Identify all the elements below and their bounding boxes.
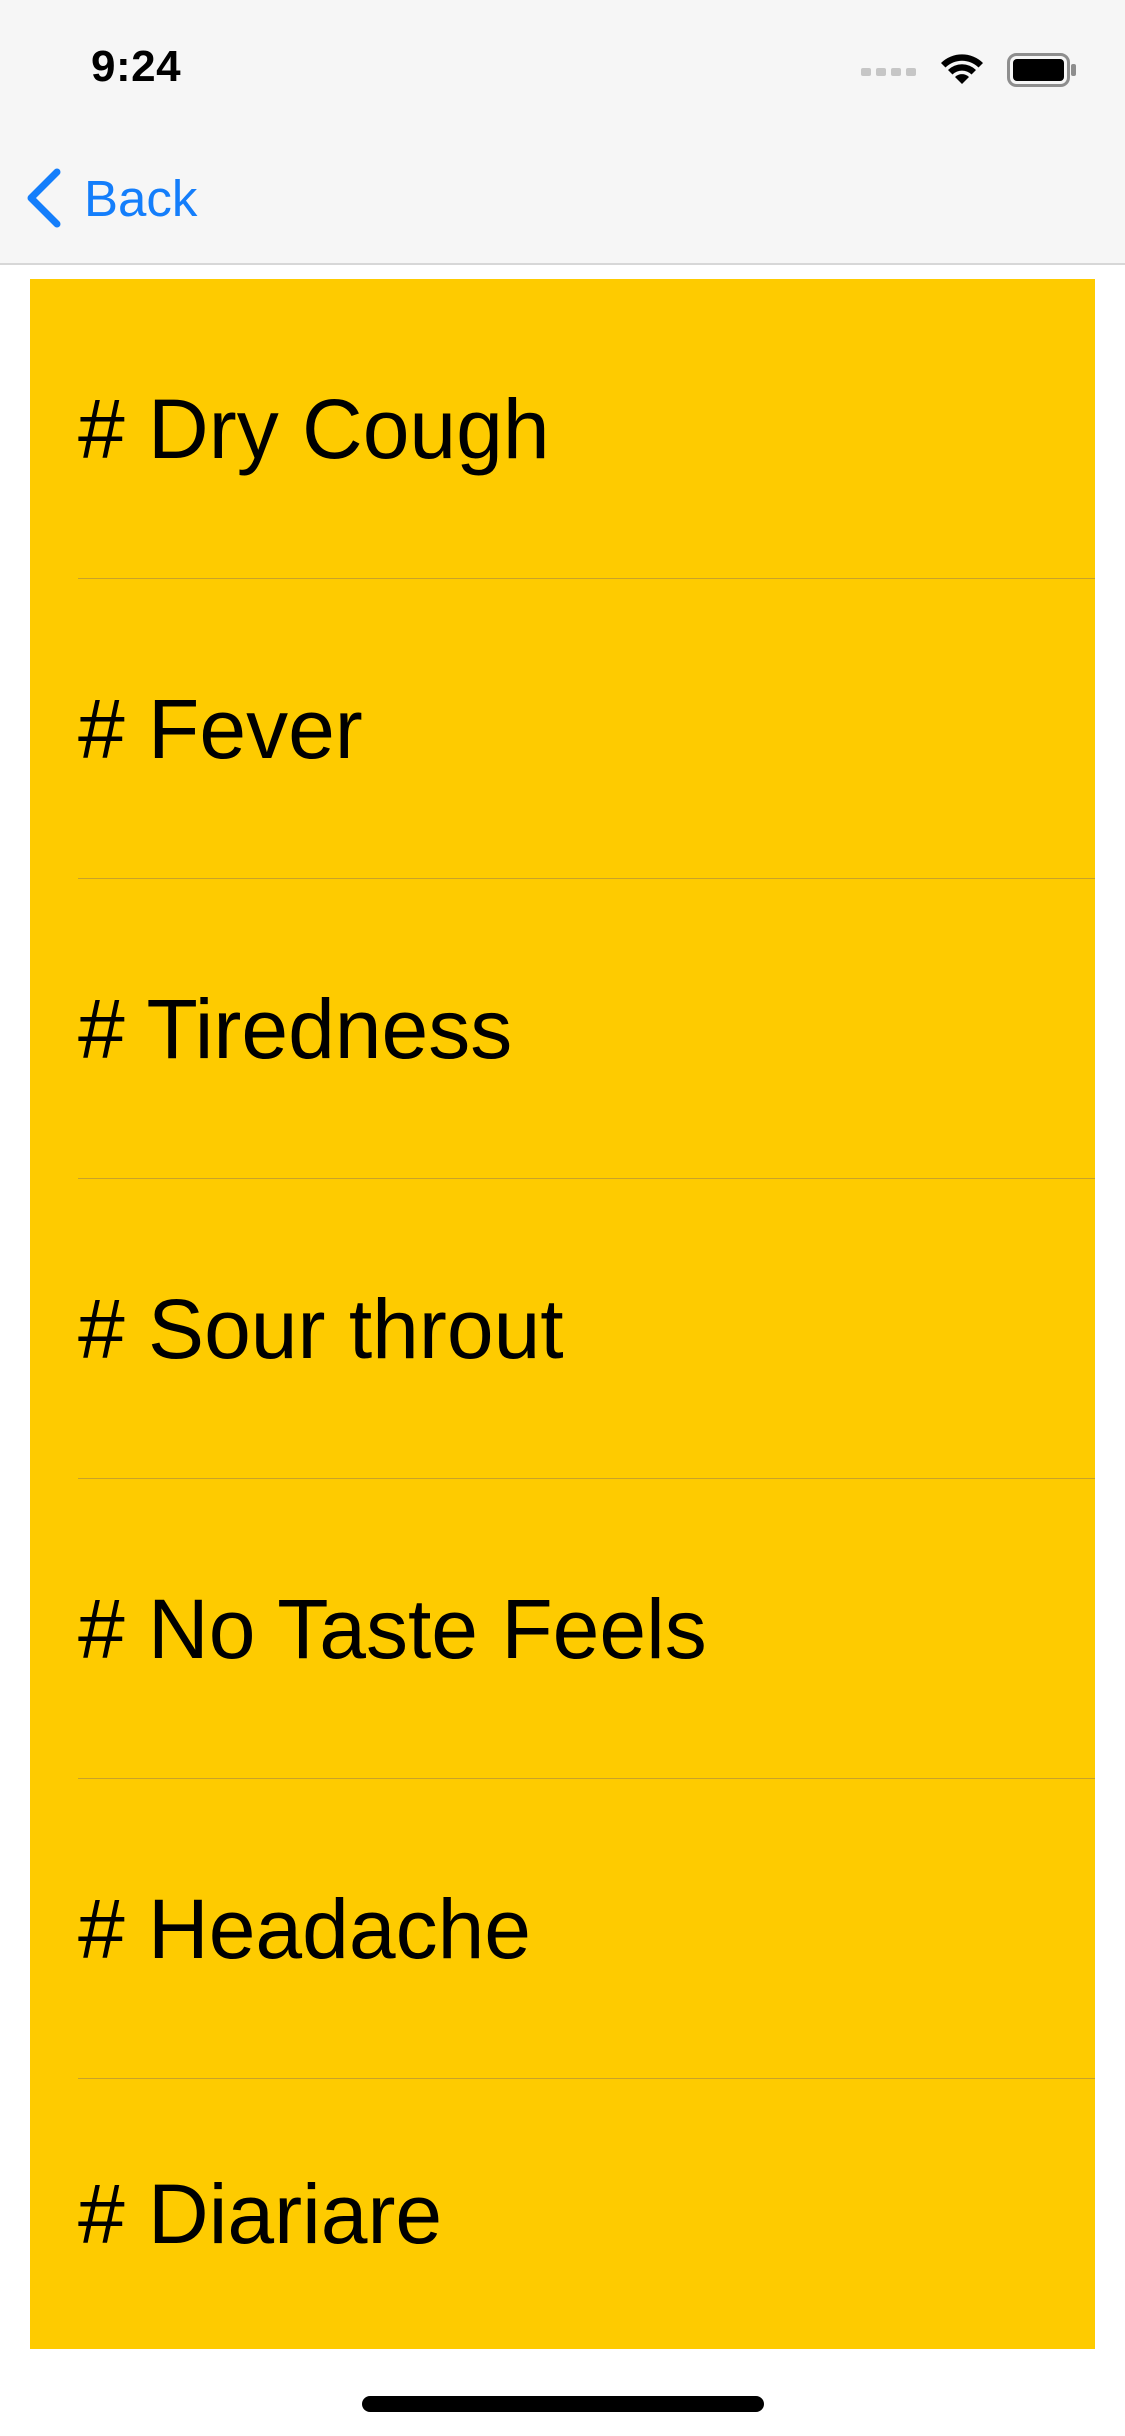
status-time: 9:24 bbox=[91, 42, 182, 91]
list-item-label: # Diariare bbox=[78, 2166, 443, 2261]
list-item-label: # No Taste Feels bbox=[78, 1581, 707, 1676]
list-item[interactable]: # Tiredness bbox=[30, 879, 1095, 1179]
back-label: Back bbox=[84, 169, 198, 227]
list-item[interactable]: # Fever bbox=[30, 579, 1095, 879]
home-indicator[interactable] bbox=[362, 2396, 764, 2412]
list-item[interactable]: # Sour throut bbox=[30, 1179, 1095, 1479]
list-item[interactable]: # Dry Cough bbox=[30, 279, 1095, 579]
battery-icon bbox=[1007, 53, 1076, 87]
list-item[interactable]: # Headache bbox=[30, 1779, 1095, 2079]
symptom-list: # Dry Cough # Fever # Tiredness # Sour t… bbox=[30, 279, 1095, 2349]
list-item[interactable]: # Diariare bbox=[30, 2079, 1095, 2349]
list-item-label: # Dry Cough bbox=[78, 381, 550, 476]
top-bar: 9:24 Back bbox=[0, 0, 1125, 265]
back-button[interactable]: Back bbox=[24, 160, 197, 236]
status-icons bbox=[861, 50, 1077, 90]
list-item-label: # Sour throut bbox=[78, 1281, 564, 1376]
signal-icon bbox=[861, 68, 916, 76]
list-item-label: # Headache bbox=[78, 1881, 532, 1976]
wifi-icon bbox=[941, 54, 983, 84]
list-item[interactable]: # No Taste Feels bbox=[30, 1479, 1095, 1779]
chevron-left-icon bbox=[27, 168, 61, 228]
list-item-label: # Tiredness bbox=[78, 981, 513, 1076]
screen: 9:24 Back # Dry Cough # Fever # Tirednes… bbox=[0, 0, 1125, 2436]
list-item-label: # Fever bbox=[78, 681, 363, 776]
